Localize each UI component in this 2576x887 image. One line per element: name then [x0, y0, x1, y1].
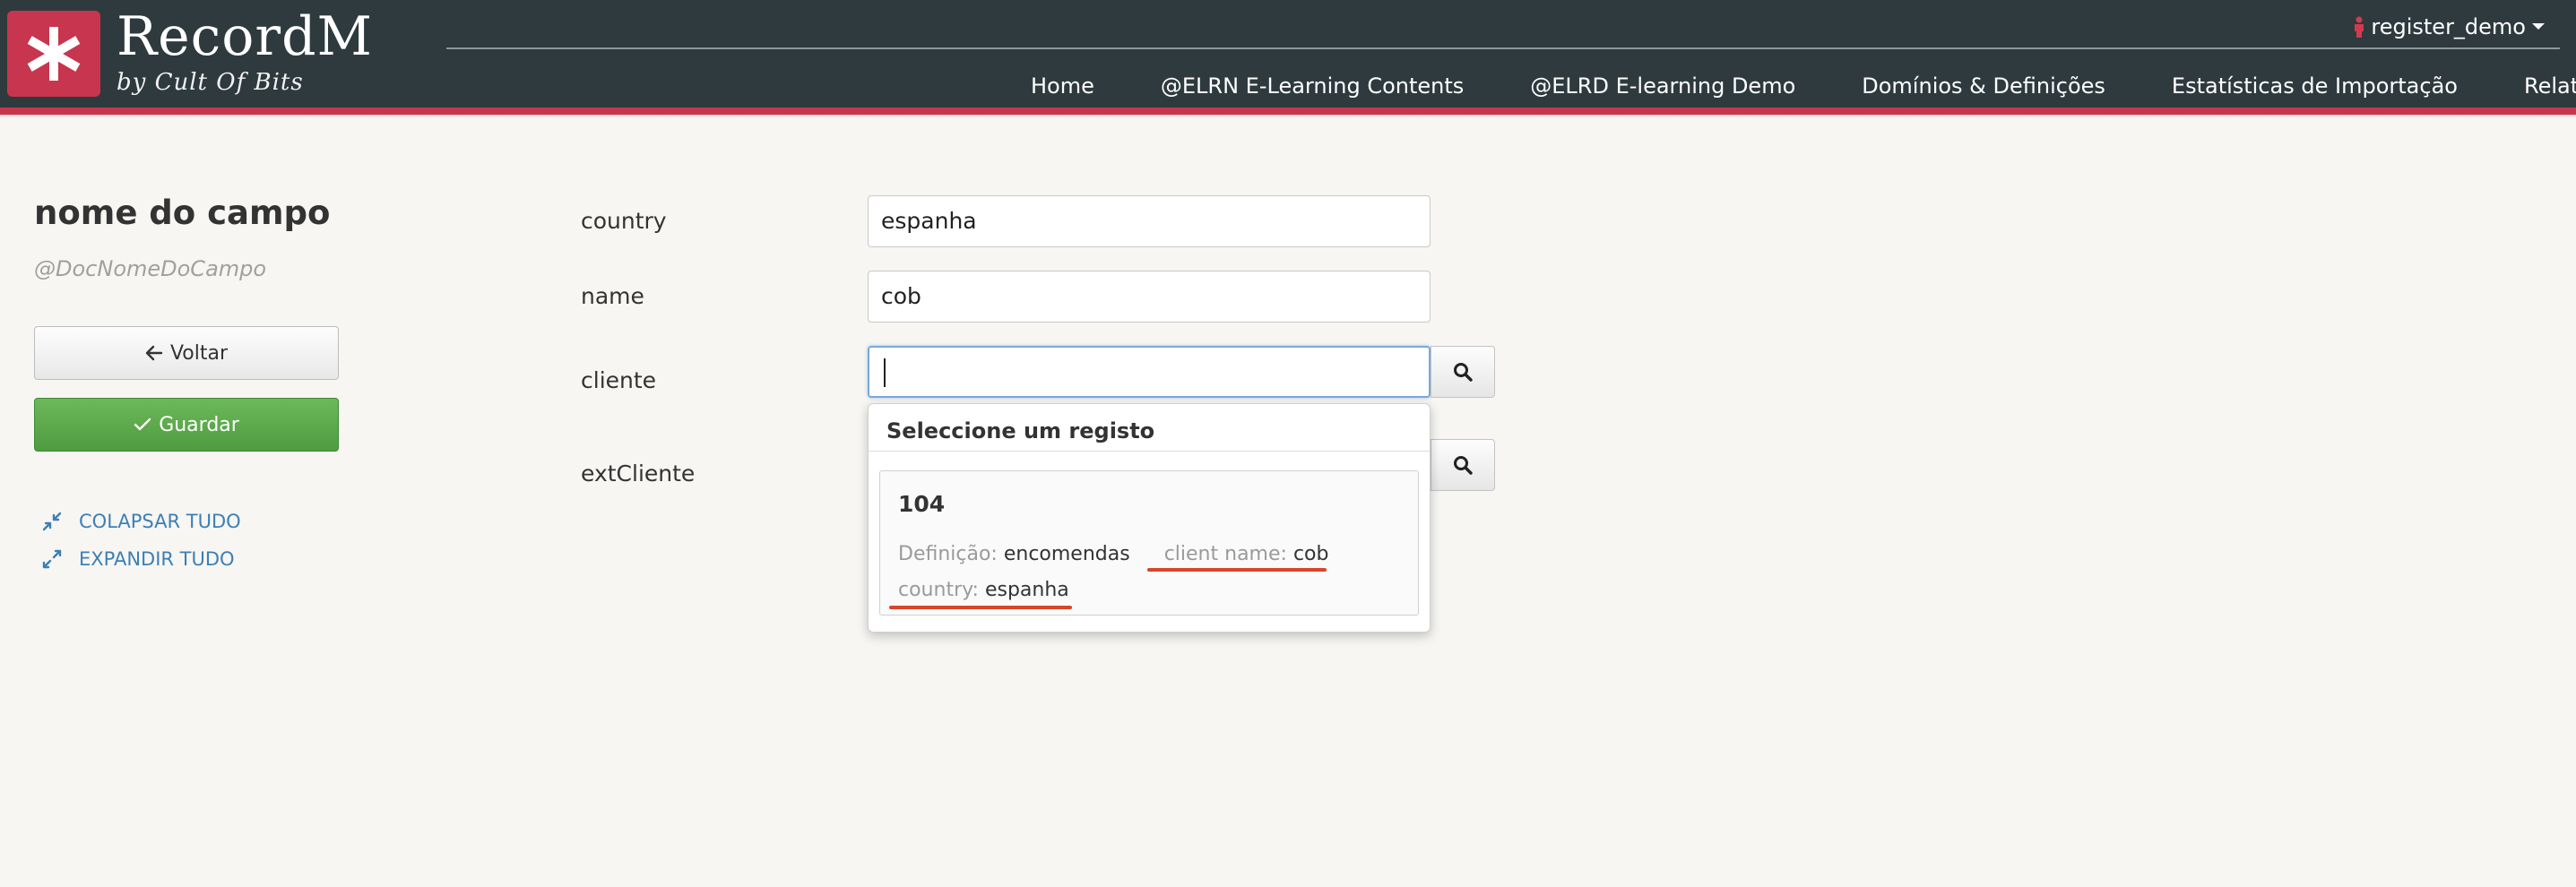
- extcliente-search-button[interactable]: [1431, 439, 1495, 491]
- collapse-all-label: COLAPSAR TUDO: [79, 511, 241, 532]
- country-input[interactable]: espanha: [868, 195, 1431, 247]
- extcliente-label: extCliente: [581, 461, 696, 487]
- client-name-key: client name:: [1163, 543, 1287, 565]
- main-nav: Home @ELRN E-Learning Contents @ELRD E-l…: [1031, 68, 2576, 104]
- record-result-item[interactable]: 104 Definição: encomendas client name: c…: [879, 470, 1419, 616]
- check-icon: [134, 418, 151, 431]
- nav-home[interactable]: Home: [1031, 73, 1094, 99]
- page-title: nome do campo: [34, 194, 331, 232]
- expand-all-label: EXPANDIR TUDO: [79, 548, 235, 570]
- header-divider: [446, 47, 2560, 49]
- nav-elrd-demo[interactable]: @ELRD E-learning Demo: [1530, 73, 1795, 99]
- definition-key: Definição:: [898, 543, 998, 565]
- client-name-value: cob: [1292, 543, 1329, 565]
- back-button[interactable]: Voltar: [34, 326, 339, 380]
- user-menu[interactable]: register_demo: [2353, 11, 2546, 43]
- country-value: espanha: [984, 579, 1069, 601]
- caret-down-icon: [2532, 23, 2545, 30]
- asterisk-icon: [27, 27, 81, 81]
- expand-icon: [42, 549, 62, 569]
- cliente-search-button[interactable]: [1431, 346, 1495, 398]
- brand-tagline: by Cult Of Bits: [117, 69, 304, 96]
- country-key: country:: [898, 579, 979, 601]
- nav-dominios-definicoes[interactable]: Domínios & Definições: [1862, 73, 2105, 99]
- save-button-label: Guardar: [159, 413, 239, 436]
- brand-logo[interactable]: [7, 11, 100, 97]
- annotation-underline: [1147, 568, 1327, 572]
- compress-icon: [42, 512, 62, 531]
- person-icon: [2355, 16, 2364, 38]
- page-subtitle: @DocNomeDoCampo: [34, 256, 267, 281]
- collapse-all-link[interactable]: COLAPSAR TUDO: [41, 511, 241, 532]
- definition-value: encomendas: [1003, 543, 1130, 565]
- record-picker-dropdown: Seleccione um registo 104 Definição: enc…: [868, 403, 1431, 633]
- name-input[interactable]: cob: [868, 271, 1431, 323]
- arrow-left-icon: [145, 345, 163, 361]
- search-icon: [1454, 456, 1473, 475]
- brand-name[interactable]: RecordM: [117, 5, 373, 68]
- nav-estatisticas-importacao[interactable]: Estatísticas de Importação: [2172, 73, 2458, 99]
- dropdown-divider: [869, 451, 1430, 452]
- country-label: country: [581, 208, 667, 234]
- nav-elrn-contents[interactable]: @ELRN E-Learning Contents: [1161, 73, 1464, 99]
- top-navbar: RecordM by Cult Of Bits register_demo Ho…: [0, 0, 2576, 108]
- username: register_demo: [2371, 14, 2526, 39]
- record-id: 104: [898, 491, 946, 517]
- search-icon: [1454, 363, 1473, 382]
- name-label: name: [581, 283, 644, 309]
- cliente-input[interactable]: [868, 346, 1431, 398]
- text-caret: [884, 358, 886, 387]
- header-shadow: [0, 115, 2576, 118]
- back-button-label: Voltar: [169, 341, 229, 365]
- nav-relatorios[interactable]: Relatórios: [2524, 73, 2576, 99]
- dropdown-header: Seleccione um registo: [886, 418, 1155, 444]
- record-fields-line: country: espanha: [898, 579, 1069, 601]
- save-button[interactable]: Guardar: [34, 398, 339, 452]
- expand-all-link[interactable]: EXPANDIR TUDO: [41, 548, 235, 570]
- cliente-label: cliente: [581, 367, 657, 393]
- record-fields-line: Definição: encomendas client name: cob: [898, 543, 1328, 565]
- header-accent-line: [0, 108, 2576, 115]
- annotation-underline: [889, 606, 1072, 609]
